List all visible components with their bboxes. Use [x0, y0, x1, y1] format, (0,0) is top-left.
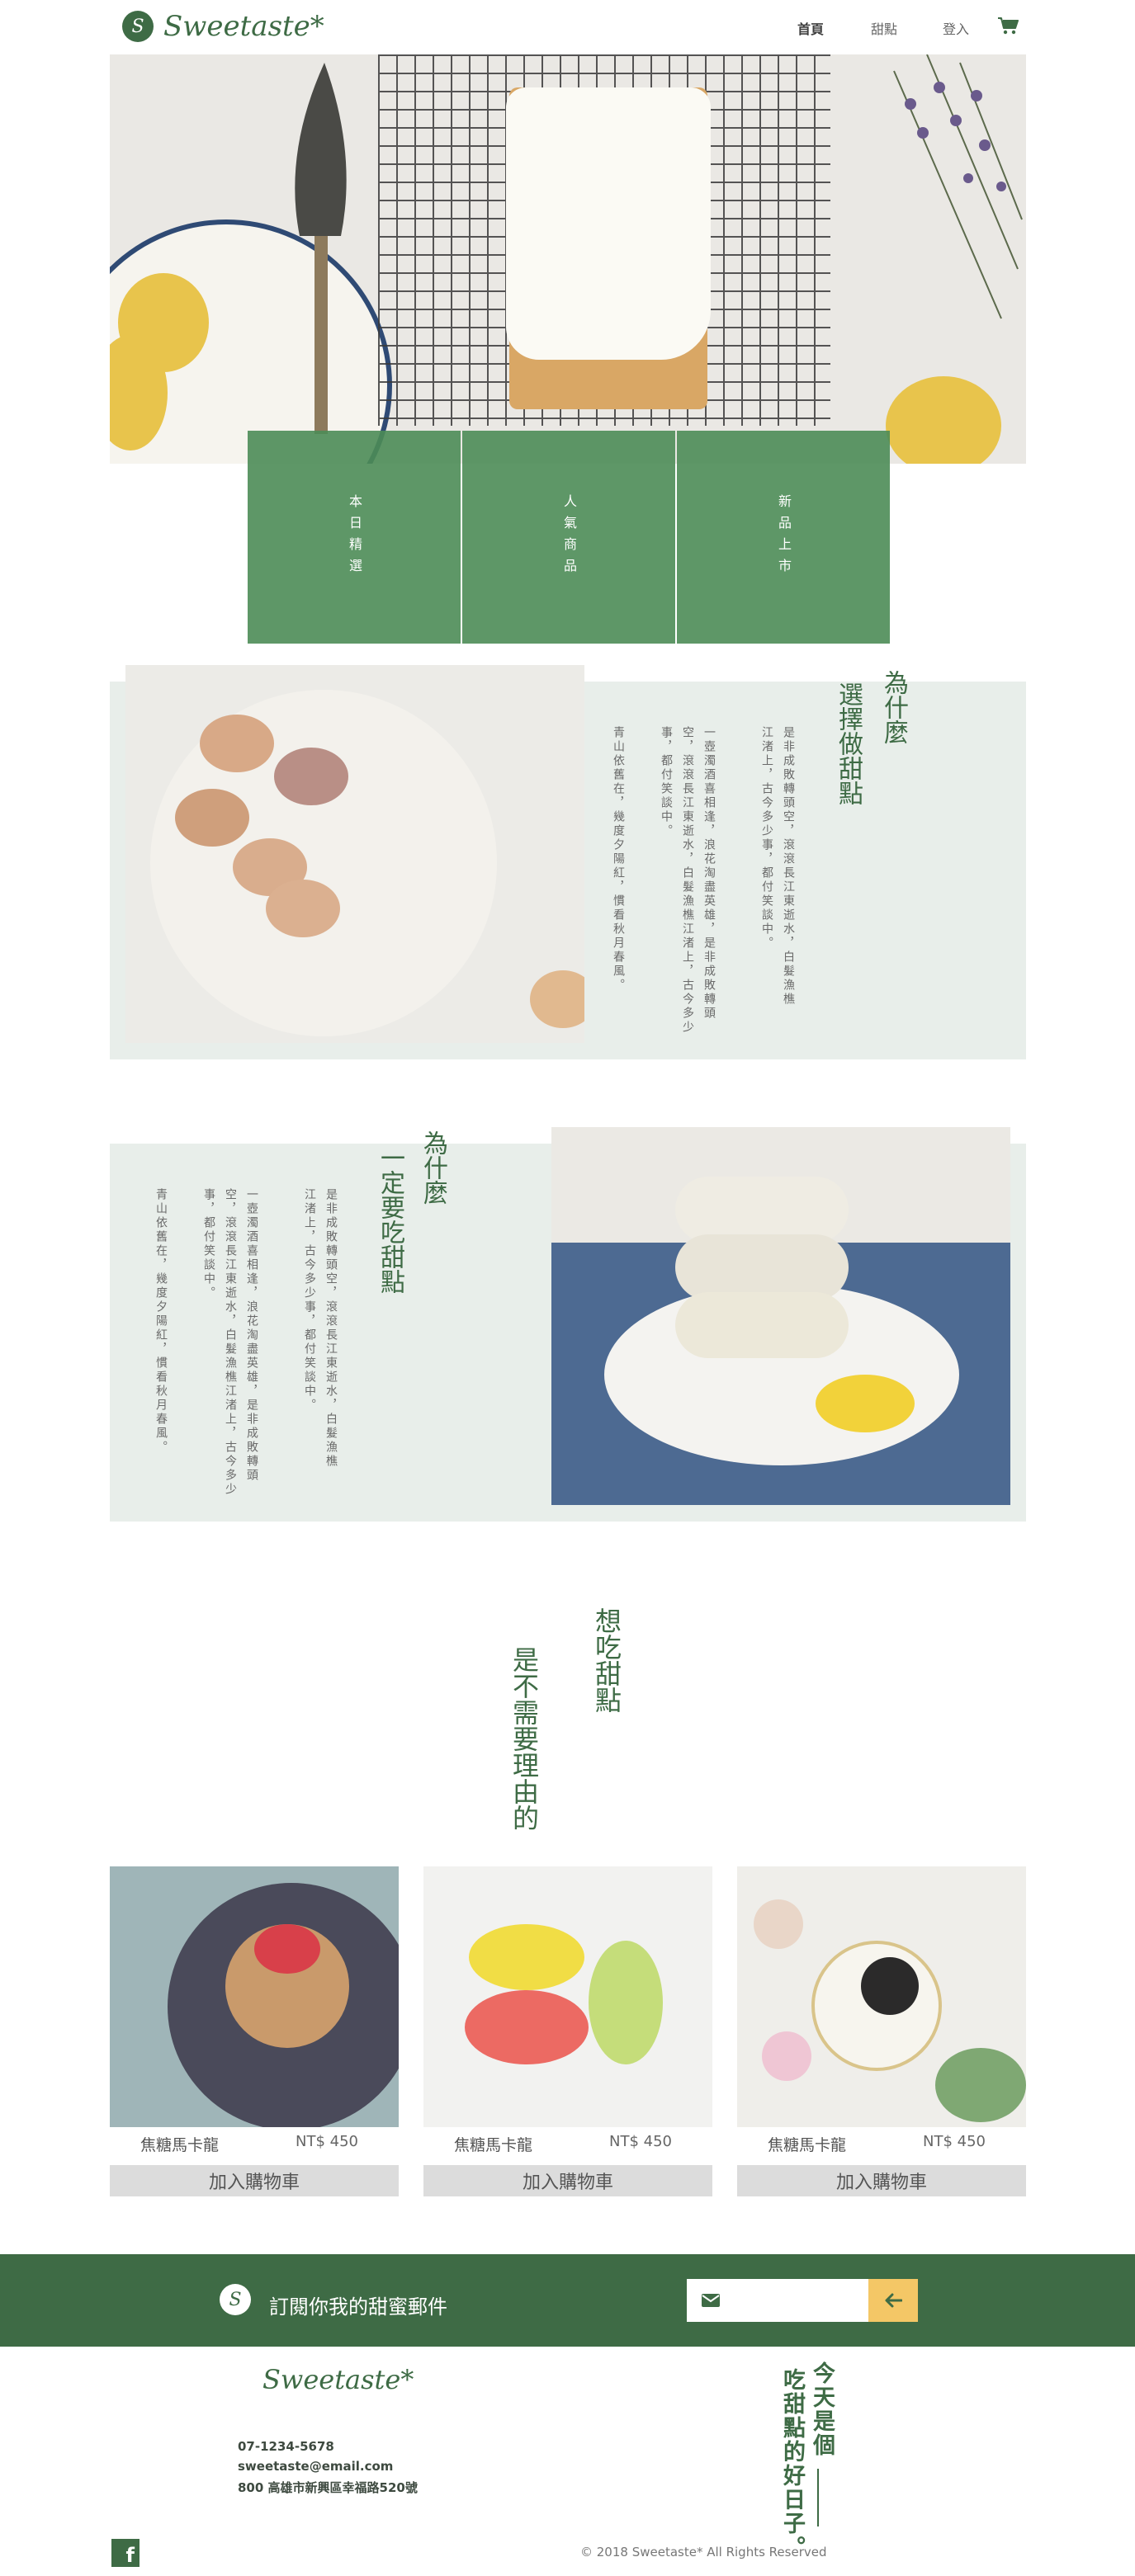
section2-title-b: 一定要吃甜點: [376, 1145, 404, 1294]
macaron-image: [754, 1899, 803, 1949]
product-image[interactable]: [737, 1866, 1026, 2127]
add-to-cart-button[interactable]: 加入購物車: [737, 2165, 1026, 2196]
slogan-divider: [817, 2469, 819, 2526]
logo-badge: S: [122, 11, 154, 42]
product-image[interactable]: [110, 1866, 399, 2127]
cookie-image: [530, 970, 584, 1028]
lemon-slice-image: [816, 1375, 915, 1432]
section2-paragraph: 一壺濁酒喜相逢，浪花淘盡英雄，是非成敗轉頭空，滾滾長江東逝水，白髮漁樵江渚上，古…: [202, 1188, 258, 1497]
cookie-image: [175, 789, 249, 847]
section2-title-a: 為什麼: [419, 1130, 447, 1205]
coffee-image: [861, 1957, 919, 2015]
arrow-left-icon: [885, 2293, 902, 2308]
cookie-image: [266, 880, 340, 937]
donut-image: [675, 1292, 849, 1358]
macaron-image: [465, 1990, 589, 2064]
section-photo-donuts: [551, 1127, 1010, 1505]
tile-new[interactable]: 新品上市: [677, 431, 890, 644]
tile-label: 本日精選: [347, 494, 362, 580]
logo-text: Sweetaste*: [163, 10, 324, 43]
section1-title-b: 選擇做甜點: [834, 682, 863, 805]
flowers-image: [935, 2048, 1026, 2122]
nav-home[interactable]: 首頁: [797, 18, 824, 38]
cake-icing-image: [506, 87, 711, 360]
cookie-image: [274, 748, 348, 805]
footer-logo[interactable]: Sweetaste*: [262, 2364, 414, 2395]
tile-label: 新品上市: [776, 494, 792, 580]
subscribe-text: 訂閱你我的甜蜜郵件: [269, 2295, 447, 2319]
section1-paragraph: 青山依舊在，幾度夕陽紅，慣看秋月春風。: [612, 726, 625, 993]
footer-address: 800 高雄市新興區幸福路520號: [238, 2480, 418, 2495]
product-price: NT$ 450: [609, 2133, 672, 2150]
tile-label: 人氣商品: [561, 494, 577, 580]
macaron-image: [469, 1924, 584, 1990]
raspberry-image: [254, 1924, 320, 1974]
product-image[interactable]: [423, 1866, 712, 2127]
section1-title-a: 為什麼: [879, 670, 908, 744]
macaron-image: [589, 1941, 663, 2064]
tile-popular[interactable]: 人氣商品: [462, 431, 675, 644]
section1-paragraph: 一壺濁酒喜相逢，浪花淘盡英雄，是非成敗轉頭空，滾滾長江東逝水，白髮漁樵江渚上，古…: [660, 726, 716, 1035]
add-to-cart-button[interactable]: 加入購物車: [423, 2165, 712, 2196]
tile-daily-pick[interactable]: 本日精選: [248, 431, 461, 644]
add-to-cart-button[interactable]: 加入購物車: [110, 2165, 399, 2196]
logo[interactable]: S Sweetaste*: [122, 10, 324, 43]
footer-email[interactable]: sweetaste@email.com: [238, 2459, 393, 2474]
section2-paragraph: 青山依舊在，幾度夕陽紅，慣看秋月春風。: [154, 1188, 168, 1455]
nav-login[interactable]: 登入: [943, 18, 969, 38]
section2-paragraph: 是非成敗轉頭空，滾滾長江東逝水，白髮漁樵江渚上，古今多少事，都付笑談中。: [303, 1188, 338, 1469]
cake-server-image: [295, 63, 347, 434]
subscribe-logo-badge: S: [220, 2284, 251, 2315]
copyright: © 2018 Sweetaste* All Rights Reserved: [580, 2545, 827, 2559]
footer-slogan-line2: 吃甜點的好日子。: [779, 2368, 805, 2559]
section1-paragraph: 是非成敗轉頭空，滾滾長江東逝水，白髮漁樵江渚上，古今多少事，都付笑談中。: [760, 726, 795, 1007]
product-name: 焦糖馬卡龍: [454, 2136, 533, 2154]
macaron-image: [762, 2031, 811, 2081]
hero-image: [110, 54, 1026, 464]
product-name: 焦糖馬卡龍: [140, 2136, 220, 2154]
header: S Sweetaste* 首頁 甜點 登入: [0, 0, 1135, 54]
mail-icon: [702, 2294, 720, 2307]
donut-image: [675, 1177, 849, 1243]
product-name: 焦糖馬卡龍: [768, 2136, 847, 2154]
facebook-icon[interactable]: f: [111, 2539, 140, 2567]
donut-image: [675, 1234, 849, 1300]
product-price: NT$ 450: [923, 2133, 986, 2150]
cart-icon[interactable]: [997, 17, 1019, 35]
lavender-image: [893, 54, 1023, 319]
footer-phone: 07-1234-5678: [238, 2439, 334, 2454]
cookie-image: [200, 715, 274, 772]
footer-slogan-line1: 今天是個: [809, 2361, 835, 2457]
nav-desserts[interactable]: 甜點: [871, 18, 897, 38]
product-price: NT$ 450: [296, 2133, 358, 2150]
subscribe-band: [0, 2254, 1135, 2347]
email-input[interactable]: [735, 2279, 862, 2320]
section-photo-cookies: [125, 665, 584, 1043]
want-dessert-line1: 想吃甜點: [591, 1607, 622, 1713]
lemon-image: [886, 376, 1001, 464]
want-dessert-line2: 是不需要理由的: [508, 1646, 540, 1831]
subscribe-submit-button[interactable]: [868, 2279, 918, 2322]
